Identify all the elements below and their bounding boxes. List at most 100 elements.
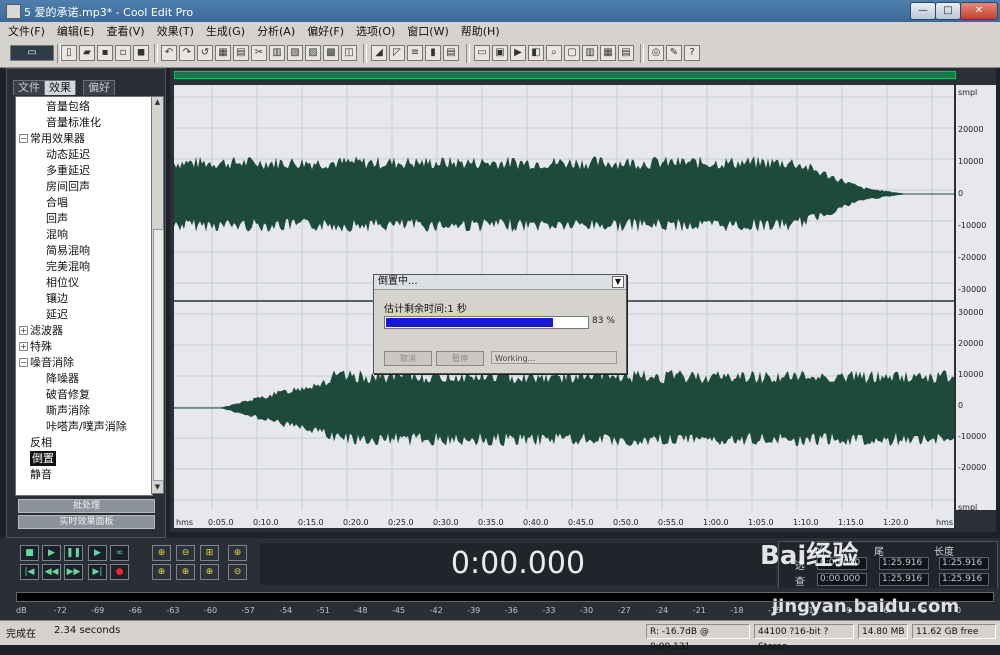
tree-item[interactable]: 完美混响: [46, 259, 90, 274]
cancel-button[interactable]: 取消: [384, 351, 432, 366]
tab-effects[interactable]: 效果: [44, 80, 76, 95]
undo-icon[interactable]: ↶: [161, 45, 177, 61]
properties-icon[interactable]: ▣: [492, 45, 508, 61]
save-icon[interactable]: ▪: [97, 45, 113, 61]
menu-file[interactable]: 文件(F): [0, 22, 49, 40]
find-icon[interactable]: ⌕: [546, 45, 562, 61]
new-file-icon[interactable]: ▯: [61, 45, 77, 61]
zoom-in-horizontal-icon[interactable]: ⊕: [152, 545, 171, 561]
repeat-icon[interactable]: ↺: [197, 45, 213, 61]
zoom-selection-icon[interactable]: ⊕: [200, 564, 219, 580]
mix-paste-icon[interactable]: ▥: [269, 45, 285, 61]
delete-icon[interactable]: ▩: [323, 45, 339, 61]
tree-scrollbar[interactable]: ▲ ▼: [151, 96, 164, 494]
tab-files[interactable]: 文件: [13, 80, 45, 95]
settings-icon[interactable]: ▤: [618, 45, 634, 61]
go-to-start-icon[interactable]: |◀: [20, 564, 39, 580]
tree-item[interactable]: 延迟: [46, 307, 68, 322]
tree-item[interactable]: 静音: [30, 467, 52, 482]
tree-item[interactable]: 特殊: [30, 339, 52, 354]
menu-analyze[interactable]: 分析(A): [249, 22, 299, 40]
frequency-analysis-icon[interactable]: ◧: [528, 45, 544, 61]
calendar-icon[interactable]: ▦: [600, 45, 616, 61]
tree-item[interactable]: 咔嗒声/噗声消除: [46, 419, 127, 434]
tree-item[interactable]: 音量包络: [46, 99, 90, 114]
paste-new-icon[interactable]: ▧: [287, 45, 303, 61]
batch-button[interactable]: 批处理: [18, 499, 155, 513]
tree-expander-icon[interactable]: +: [19, 326, 28, 335]
menu-effects[interactable]: 效果(T): [149, 22, 198, 40]
close-button[interactable]: ✕: [960, 2, 998, 20]
zoom-right-icon[interactable]: ⊕: [176, 564, 195, 580]
save-as-icon[interactable]: ▫: [115, 45, 131, 61]
overview-bar[interactable]: [174, 71, 956, 79]
tree-item[interactable]: 降噪器: [46, 371, 79, 386]
loop-icon[interactable]: ∞: [110, 545, 129, 561]
cut-icon[interactable]: ✂: [251, 45, 267, 61]
zoom-full-icon[interactable]: ⊞: [200, 545, 219, 561]
scroll-thumb[interactable]: [153, 229, 164, 481]
menu-view[interactable]: 查看(V): [98, 22, 148, 40]
waveform-view-toggle-icon[interactable]: ▭: [10, 45, 54, 61]
tree-item[interactable]: 噪音消除: [30, 355, 74, 370]
help-icon[interactable]: ?: [684, 45, 700, 61]
menu-window[interactable]: 窗口(W): [399, 22, 452, 40]
menu-generate[interactable]: 生成(G): [198, 22, 249, 40]
tree-item[interactable]: 多重延迟: [46, 163, 90, 178]
tree-item[interactable]: 破音修复: [46, 387, 90, 402]
tree-item[interactable]: 倒置: [30, 451, 56, 466]
copy-icon[interactable]: ▦: [215, 45, 231, 61]
zoom-out-horizontal-icon[interactable]: ⊖: [176, 545, 195, 561]
fade-icon[interactable]: ◢: [371, 45, 387, 61]
close-file-icon[interactable]: ◼: [133, 45, 149, 61]
crop-icon[interactable]: ◫: [341, 45, 357, 61]
batch-icon[interactable]: ▥: [582, 45, 598, 61]
minimize-button[interactable]: —: [910, 2, 936, 20]
cd-player-icon[interactable]: ◎: [648, 45, 664, 61]
tree-item[interactable]: 嘶声消除: [46, 403, 90, 418]
tree-item[interactable]: 回声: [46, 211, 68, 226]
tree-item[interactable]: 简易混响: [46, 243, 90, 258]
menu-help[interactable]: 帮助(H): [453, 22, 504, 40]
dialog-menu-icon[interactable]: ▼: [612, 276, 624, 288]
redo-icon[interactable]: ↷: [179, 45, 195, 61]
realtime-effects-button[interactable]: 实时效果面板: [18, 515, 155, 529]
spectral-view-icon[interactable]: ▮: [425, 45, 441, 61]
trim-icon[interactable]: ▨: [305, 45, 321, 61]
tab-favorites[interactable]: 偏好: [83, 80, 115, 95]
zoom-in-vertical-icon[interactable]: ⊕: [228, 545, 247, 561]
scripts-icon[interactable]: ▢: [564, 45, 580, 61]
tree-item[interactable]: 反相: [30, 435, 52, 450]
go-to-end-icon[interactable]: ▶|: [88, 564, 107, 580]
stop-icon[interactable]: ■: [20, 545, 39, 561]
menu-edit[interactable]: 编辑(E): [49, 22, 99, 40]
tree-item[interactable]: 镶边: [46, 291, 68, 306]
zoom-out-vertical-icon[interactable]: ⊖: [228, 564, 247, 580]
tree-expander-icon[interactable]: −: [19, 358, 28, 367]
tree-item[interactable]: 相位仪: [46, 275, 79, 290]
menu-favorites[interactable]: 偏好(F): [299, 22, 348, 40]
menu-options[interactable]: 选项(O): [348, 22, 399, 40]
scroll-up-icon[interactable]: ▲: [153, 98, 162, 107]
tree-item[interactable]: 房间回声: [46, 179, 90, 194]
cue-list-icon[interactable]: ▤: [443, 45, 459, 61]
envelope-icon[interactable]: ◸: [389, 45, 405, 61]
rewind-icon[interactable]: ◀◀: [42, 564, 61, 580]
record-icon[interactable]: ●: [110, 564, 129, 580]
tree-item[interactable]: 合唱: [46, 195, 68, 210]
scroll-down-icon[interactable]: ▼: [153, 483, 162, 492]
info-icon[interactable]: ▭: [474, 45, 490, 61]
zoom-left-icon[interactable]: ⊕: [152, 564, 171, 580]
play-icon[interactable]: ▶: [42, 545, 61, 561]
pause-button[interactable]: 暂停: [436, 351, 484, 366]
maximize-button[interactable]: □: [935, 2, 961, 20]
tree-expander-icon[interactable]: +: [19, 342, 28, 351]
tree-item[interactable]: 常用效果器: [30, 131, 85, 146]
tree-item[interactable]: 混响: [46, 227, 68, 242]
tree-item[interactable]: 动态延迟: [46, 147, 90, 162]
pause-icon[interactable]: ❚❚: [64, 545, 83, 561]
fast-forward-icon[interactable]: ▶▶: [64, 564, 83, 580]
paste-icon[interactable]: ▤: [233, 45, 249, 61]
play-to-end-icon[interactable]: ▶: [88, 545, 107, 561]
multitrack-icon[interactable]: ≡: [407, 45, 423, 61]
